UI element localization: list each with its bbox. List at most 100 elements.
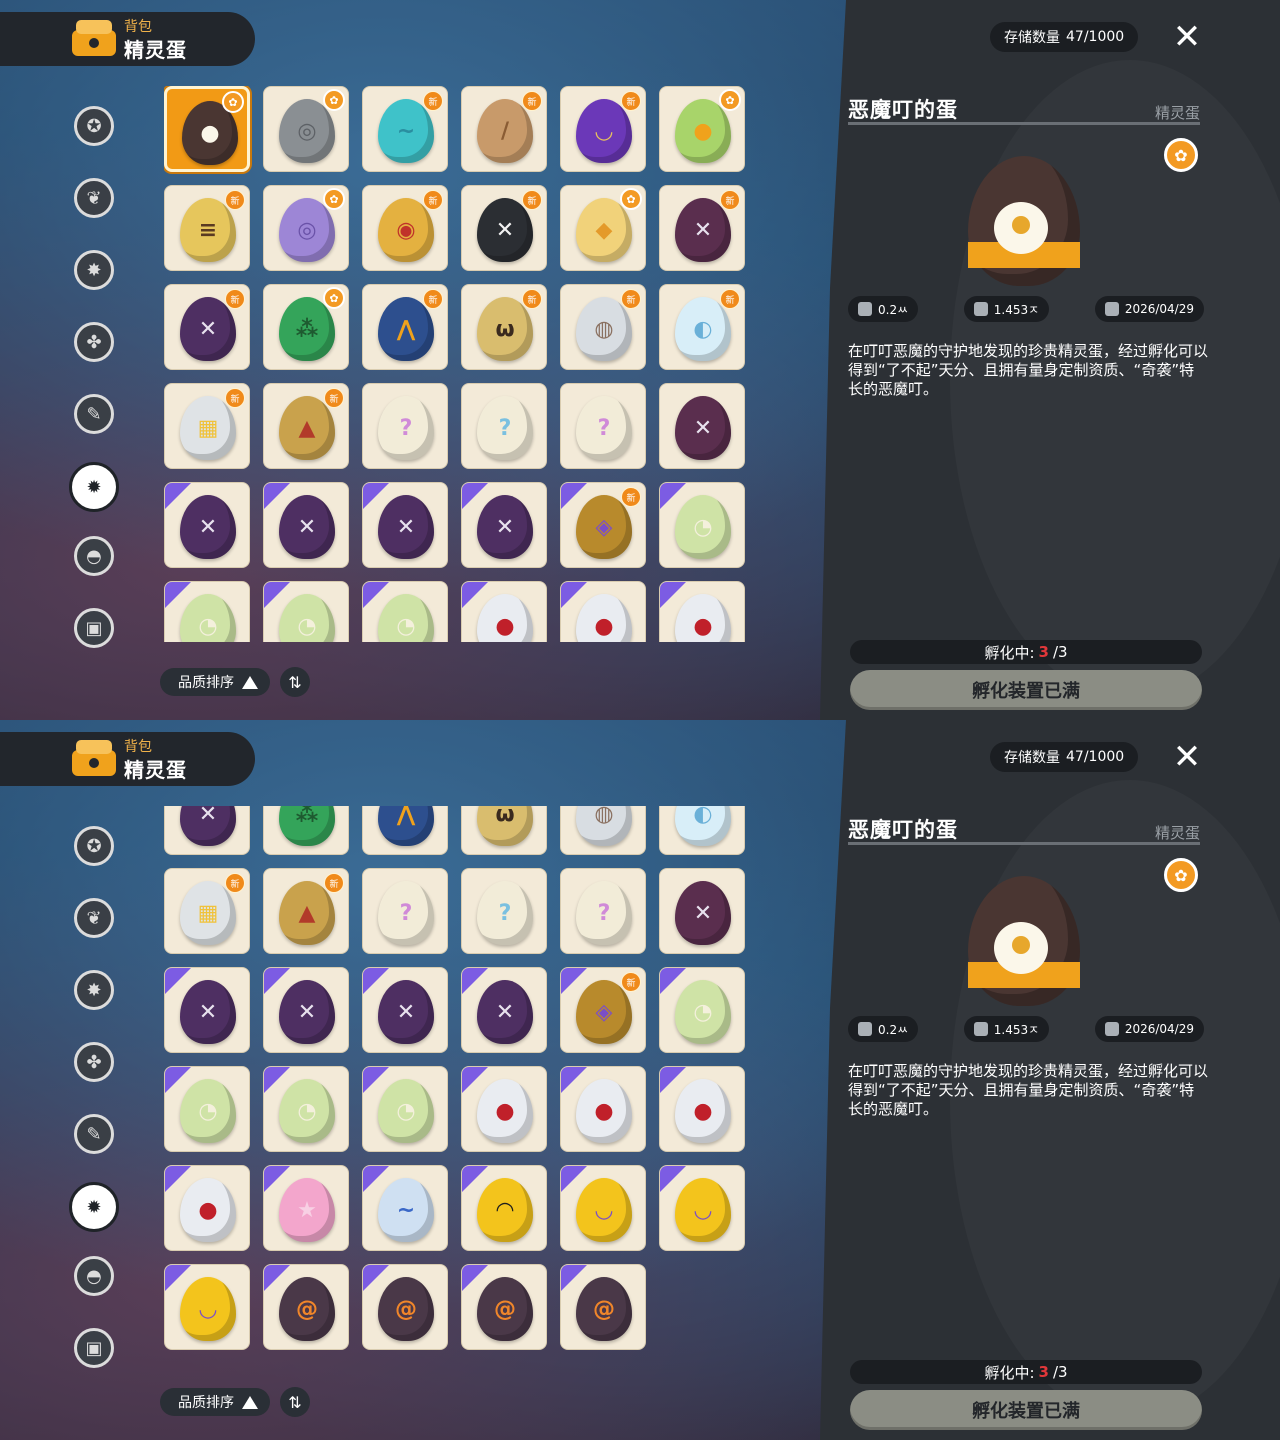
quality-sort-button[interactable]: 品质排序 xyxy=(160,1388,270,1416)
egg-category-icon[interactable]: ✹ xyxy=(69,462,119,512)
egg-slot[interactable]: ≡ 新 xyxy=(164,185,250,271)
egg-slot[interactable]: ◍新 xyxy=(560,806,646,855)
egg-slot[interactable]: ω新 xyxy=(461,284,547,370)
sort-order-toggle-icon[interactable]: ⇅ xyxy=(280,667,310,697)
egg-slot[interactable]: ◔ xyxy=(659,967,745,1053)
egg-slot[interactable]: ✕新 xyxy=(461,185,547,271)
egg-slot[interactable]: ★ xyxy=(263,1165,349,1251)
egg-slot[interactable]: ◔ xyxy=(263,1066,349,1152)
egg-slot[interactable]: ▲ 新 xyxy=(263,383,349,469)
egg-slot[interactable]: ▦ 新 xyxy=(164,868,250,954)
acorn-icon[interactable]: ◓ xyxy=(74,536,114,576)
egg-slot[interactable]: ◠ xyxy=(461,1165,547,1251)
star-icon[interactable]: ✪ xyxy=(74,106,114,146)
egg-slot[interactable]: ● xyxy=(560,1066,646,1152)
sort-order-toggle-icon[interactable]: ⇅ xyxy=(280,1387,310,1417)
egg-slot[interactable]: ◎ ✿ xyxy=(263,185,349,271)
egg-slot[interactable]: ⁂✿ xyxy=(263,284,349,370)
star-icon[interactable]: ✪ xyxy=(74,826,114,866)
egg-slot[interactable]: ◡ xyxy=(560,1165,646,1251)
sparkle-icon[interactable]: ✸ xyxy=(74,970,114,1010)
egg-slot[interactable]: ~ 新 xyxy=(362,86,448,172)
egg-slot[interactable]: ✕ xyxy=(461,482,547,568)
egg-slot[interactable]: ● xyxy=(164,1165,250,1251)
egg-slot[interactable]: ✕ xyxy=(164,482,250,568)
egg-slot[interactable]: ✕ xyxy=(659,868,745,954)
egg-slot[interactable]: ● xyxy=(659,1066,745,1152)
sofa-icon[interactable]: ▣ xyxy=(74,1328,114,1368)
egg-slot[interactable]: ● xyxy=(659,581,745,642)
egg-slot[interactable]: ? xyxy=(560,868,646,954)
bush-icon[interactable]: ✤ xyxy=(74,1042,114,1082)
egg-slot[interactable]: ◈ 新 xyxy=(560,967,646,1053)
egg-category-icon[interactable]: ✹ xyxy=(69,1182,119,1232)
egg-pattern: ● xyxy=(495,1099,515,1125)
egg-slot[interactable]: ◔ xyxy=(659,482,745,568)
egg-slot[interactable]: ◡ 新 xyxy=(560,86,646,172)
egg-grid-viewport[interactable]: ✕新⁂✿⋀新ω新◍新◐新▦新▲新???✕✕✕✕✕◈新◔◔◔◔●●●●★~◠◡◡◡… xyxy=(164,806,754,1362)
egg-slot[interactable]: ◔ xyxy=(362,1066,448,1152)
egg-slot[interactable]: @ xyxy=(560,1264,646,1350)
hatch-full-button[interactable]: 孵化装置已满 xyxy=(850,670,1202,710)
egg-slot[interactable]: ▲ 新 xyxy=(263,868,349,954)
egg-slot[interactable]: ◔ xyxy=(362,581,448,642)
leaf-icon[interactable]: ❦ xyxy=(74,178,114,218)
quality-sort-button[interactable]: 品质排序 xyxy=(160,668,270,696)
hatch-full-button[interactable]: 孵化装置已满 xyxy=(850,1390,1202,1430)
egg-grid-viewport[interactable]: ● ✿ ◎ ✿ ~ 新 / 新 ◡ 新 ● ✿ ≡ 新 ◎ ✿ ◉ 新 ✕ 新 ◆ ✿ ✕ 新 ✕ 新 ⁂ ✿ ⋀ 新 ω 新 ◍ 新 ◐ 新 ▦ 新 ▲ 新… xyxy=(164,86,754,642)
sparkle-icon[interactable]: ✸ xyxy=(74,250,114,290)
sofa-icon[interactable]: ▣ xyxy=(74,608,114,648)
egg-slot[interactable]: ◡ xyxy=(164,1264,250,1350)
egg-slot[interactable]: ✕ xyxy=(263,482,349,568)
egg-slot[interactable]: ✕ xyxy=(362,482,448,568)
egg-slot[interactable]: ● ✿ xyxy=(164,86,250,172)
egg-slot[interactable]: ~ xyxy=(362,1165,448,1251)
egg-slot[interactable]: ? xyxy=(362,868,448,954)
egg-slot[interactable]: ⋀新 xyxy=(362,806,448,855)
document-icon[interactable]: ✎ xyxy=(74,394,114,434)
egg-slot[interactable]: ✕ xyxy=(164,967,250,1053)
egg-slot[interactable]: ◍新 xyxy=(560,284,646,370)
egg-slot[interactable]: ✕ xyxy=(263,967,349,1053)
egg-slot[interactable]: ✕新 xyxy=(659,185,745,271)
egg-slot[interactable]: ● xyxy=(461,1066,547,1152)
egg-slot[interactable]: @ xyxy=(461,1264,547,1350)
egg-slot[interactable]: ✕ xyxy=(659,383,745,469)
egg-slot[interactable]: ⋀新 xyxy=(362,284,448,370)
egg-slot[interactable]: ◔ xyxy=(164,581,250,642)
rarity-medal-icon: ✿ xyxy=(719,89,741,111)
bush-icon[interactable]: ✤ xyxy=(74,322,114,362)
egg-slot[interactable]: ◎ ✿ xyxy=(263,86,349,172)
egg-slot[interactable]: ⁂✿ xyxy=(263,806,349,855)
egg-slot[interactable]: ✕新 xyxy=(164,284,250,370)
egg-slot[interactable]: ✕ xyxy=(461,967,547,1053)
egg-slot[interactable]: ? xyxy=(461,868,547,954)
egg-slot[interactable]: ◉ 新 xyxy=(362,185,448,271)
acorn-icon[interactable]: ◓ xyxy=(74,1256,114,1296)
egg-slot[interactable]: ? xyxy=(560,383,646,469)
egg-slot[interactable]: / 新 xyxy=(461,86,547,172)
egg-slot[interactable]: ◐新 xyxy=(659,806,745,855)
egg-slot[interactable]: ● xyxy=(461,581,547,642)
egg-slot[interactable]: ω新 xyxy=(461,806,547,855)
leaf-icon[interactable]: ❦ xyxy=(74,898,114,938)
close-icon[interactable]: ✕ xyxy=(1170,740,1204,774)
egg-slot[interactable]: ? xyxy=(362,383,448,469)
egg-slot[interactable]: ● ✿ xyxy=(659,86,745,172)
egg-slot[interactable]: ▦ 新 xyxy=(164,383,250,469)
egg-slot[interactable]: ✕ xyxy=(362,967,448,1053)
backpack-chest-icon xyxy=(72,20,116,56)
close-icon[interactable]: ✕ xyxy=(1170,20,1204,54)
egg-slot[interactable]: @ xyxy=(263,1264,349,1350)
egg-slot[interactable]: @ xyxy=(362,1264,448,1350)
egg-slot[interactable]: ◔ xyxy=(164,1066,250,1152)
egg-slot[interactable]: ◆ ✿ xyxy=(560,185,646,271)
egg-slot[interactable]: ● xyxy=(560,581,646,642)
egg-slot[interactable]: ◡ xyxy=(659,1165,745,1251)
egg-slot[interactable]: ◈ 新 xyxy=(560,482,646,568)
egg-slot[interactable]: ◐新 xyxy=(659,284,745,370)
document-icon[interactable]: ✎ xyxy=(74,1114,114,1154)
egg-slot[interactable]: ✕新 xyxy=(164,806,250,855)
egg-slot[interactable]: ◔ xyxy=(263,581,349,642)
egg-slot[interactable]: ? xyxy=(461,383,547,469)
